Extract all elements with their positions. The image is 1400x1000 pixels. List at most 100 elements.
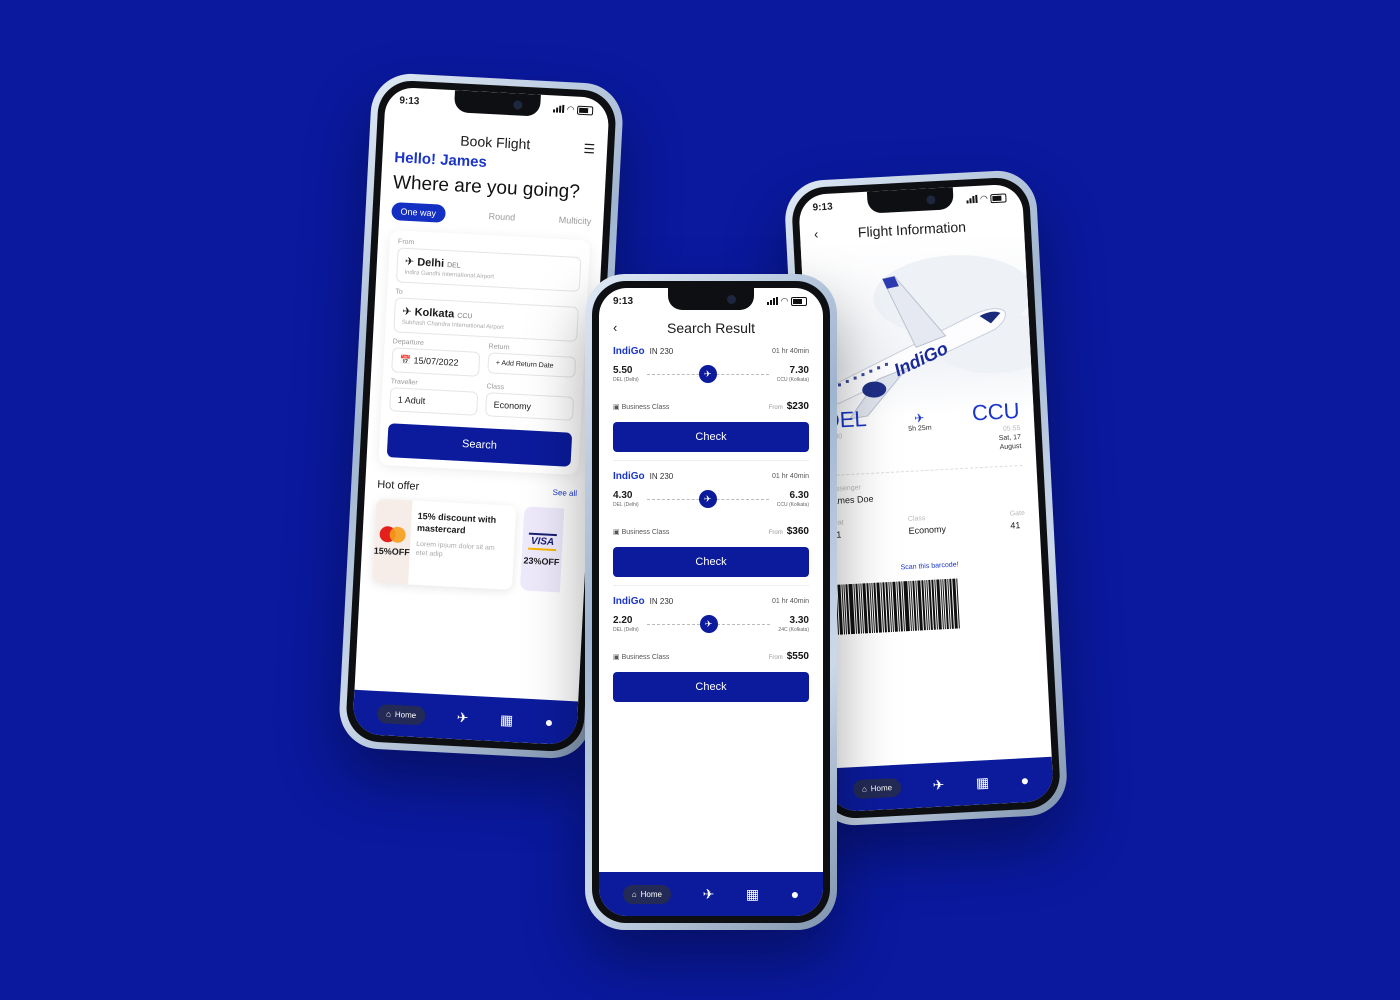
nav-home-label: Home [394, 709, 417, 720]
signal-icon [966, 194, 978, 204]
nav-home[interactable]: ⌂ Home [852, 777, 902, 799]
offer-percent: 15%OFF [373, 545, 411, 558]
offer-subtitle: Lorem ipsum dolor sit am etet adip [415, 541, 495, 559]
ticket-details: SeatD1 ClassEconomy Gate41 [829, 510, 1026, 540]
status-time: 9:13 [399, 94, 420, 107]
flight-plane-icon: ✈ [913, 410, 925, 426]
traveller-row: Traveller 1 Adult Class Economy [389, 378, 575, 427]
back-icon[interactable]: ‹ [613, 320, 617, 335]
nav-home[interactable]: ⌂ Home [376, 703, 426, 725]
gate-label: Gate [1009, 510, 1026, 518]
price-from-label: From [768, 530, 783, 536]
wifi-icon: ◠ [980, 192, 988, 204]
nav-flights-icon[interactable]: ✈ [703, 886, 715, 903]
arrival-airport: CCU (Kolkata) [776, 502, 809, 508]
flight-duration: 01 hr 40min [772, 348, 809, 355]
notch [866, 187, 954, 214]
arrival-airport: 24C (Kolkata) [778, 627, 809, 633]
flight-result: IndiGo IN 230 01 hr 40min 2.20 DEL (Delhi) … [613, 586, 809, 710]
page-header: ‹ Search Result [613, 320, 809, 336]
flight-number: IN 230 [649, 347, 674, 356]
check-button[interactable]: Check [613, 547, 809, 577]
airline-name: IndiGo [613, 596, 645, 607]
flight-number: IN 230 [649, 597, 674, 606]
visa-logo: VISA [528, 532, 557, 551]
tab-one-way[interactable]: One way [391, 202, 446, 223]
nav-calendar-icon[interactable]: ▦ [500, 711, 514, 729]
cabin-class: Business Class [621, 528, 670, 536]
arrival-time: 3.30 [789, 615, 809, 626]
route-line: ✈ [646, 365, 769, 383]
status-time: 9:13 [613, 295, 634, 307]
search-button[interactable]: Search [386, 423, 573, 467]
offer-title: 15% discount with mastercard [416, 510, 497, 536]
offer-card-visa[interactable]: VISA 23%OFF [519, 506, 565, 593]
price-from-label: From [768, 655, 783, 661]
to-city: Kolkata [414, 306, 455, 321]
nav-flights-icon[interactable]: ✈ [932, 776, 945, 794]
phone-search-result: 9:13 ◠ ‹ Search Result IndiGo IN 230 01 hr… [585, 274, 837, 930]
destination-code: CCU [971, 398, 1021, 426]
nav-calendar-icon[interactable]: ▦ [746, 886, 759, 903]
search-result-content: ‹ Search Result IndiGo IN 230 01 hr 40min … [599, 314, 823, 710]
status-time: 9:13 [812, 200, 833, 214]
page-title: Search Result [667, 320, 755, 336]
price-value: $360 [786, 526, 809, 537]
nav-calendar-icon[interactable]: ▦ [975, 774, 989, 792]
phone-screen: 9:13 ◠ ‹ Search Result IndiGo IN 230 01 hr… [599, 288, 823, 916]
hot-offer-title: Hot offer [376, 478, 420, 493]
departure-field[interactable]: 📅 15/07/2022 [391, 347, 481, 377]
battery-icon [990, 192, 1007, 203]
offer-percent: 23%OFF [523, 554, 560, 567]
route-line: ✈ [646, 615, 771, 633]
route-line: ✈ [646, 490, 769, 508]
price-value: $230 [786, 401, 809, 412]
back-icon[interactable]: ‹ [814, 226, 819, 241]
notch [668, 288, 754, 310]
offer-card-mastercard[interactable]: 15%OFF 15% discount with mastercard Lore… [372, 498, 517, 590]
nav-profile-icon[interactable]: ● [544, 714, 553, 730]
from-field[interactable]: ✈ Delhi DEL Indira Gandhi International A… [395, 247, 582, 292]
to-code: CCU [457, 312, 473, 321]
bottom-nav: ⌂ Home ✈ ▦ ● [352, 689, 579, 746]
menu-icon[interactable]: ☰ [583, 141, 595, 158]
price-value: $550 [786, 651, 809, 662]
flight-result: IndiGo IN 230 01 hr 40min 5.50 DEL (Delhi) … [613, 336, 809, 461]
phone-bezel: 9:13 ◠ ‹ Search Result IndiGo IN 230 01 hr… [592, 281, 830, 923]
page-title: Book Flight [459, 132, 531, 153]
to-field[interactable]: ✈ Kolkata CCU Subhash Chandra Internation… [393, 297, 579, 342]
boarding-pass: DEL 21:30 ✈ 5h 25m CCU 05:55 Sat, 17 Aug… [809, 397, 1045, 636]
class-label: Class [907, 515, 926, 524]
nav-flights-icon[interactable]: ✈ [456, 709, 469, 727]
departure-value: 15/07/2022 [413, 355, 459, 368]
arrival-time: 6.30 [789, 490, 809, 501]
nav-home[interactable]: ⌂ Home [622, 884, 671, 904]
tab-round[interactable]: Round [488, 211, 515, 222]
from-code: DEL [446, 262, 461, 270]
status-icons: ◠ [966, 192, 1007, 205]
seat-icon: ▣ [613, 653, 620, 661]
check-button[interactable]: Check [613, 422, 809, 452]
status-icons: ◠ [553, 103, 594, 116]
trip-type-tabs: One way Round Multicity [391, 202, 592, 230]
signal-icon [767, 297, 779, 305]
bottom-nav: ⌂ Home ✈ ▦ ● [828, 756, 1055, 813]
barcode [832, 575, 1030, 636]
return-field[interactable]: + Add Return Date [487, 352, 577, 378]
nav-profile-icon[interactable]: ● [791, 886, 799, 902]
signal-icon [553, 104, 565, 113]
offer-text: 15% discount with mastercard Lorem ipsum… [408, 501, 516, 590]
tab-multicity[interactable]: Multicity [559, 215, 592, 227]
check-button[interactable]: Check [613, 672, 809, 702]
class-value: Economy [908, 524, 947, 537]
traveller-field[interactable]: 1 Adult [389, 387, 479, 416]
nav-profile-icon[interactable]: ● [1020, 772, 1029, 788]
battery-icon [791, 296, 807, 306]
search-card: From ✈ Delhi DEL Indira Gandhi Internatio… [378, 230, 591, 476]
arrival-time: 7.30 [789, 365, 809, 376]
see-all-link[interactable]: See all [552, 488, 577, 501]
flight-duration: 01 hr 40min [772, 598, 809, 605]
price-from-label: From [768, 405, 783, 411]
wifi-icon: ◠ [567, 103, 575, 114]
class-field[interactable]: Economy [484, 392, 575, 421]
